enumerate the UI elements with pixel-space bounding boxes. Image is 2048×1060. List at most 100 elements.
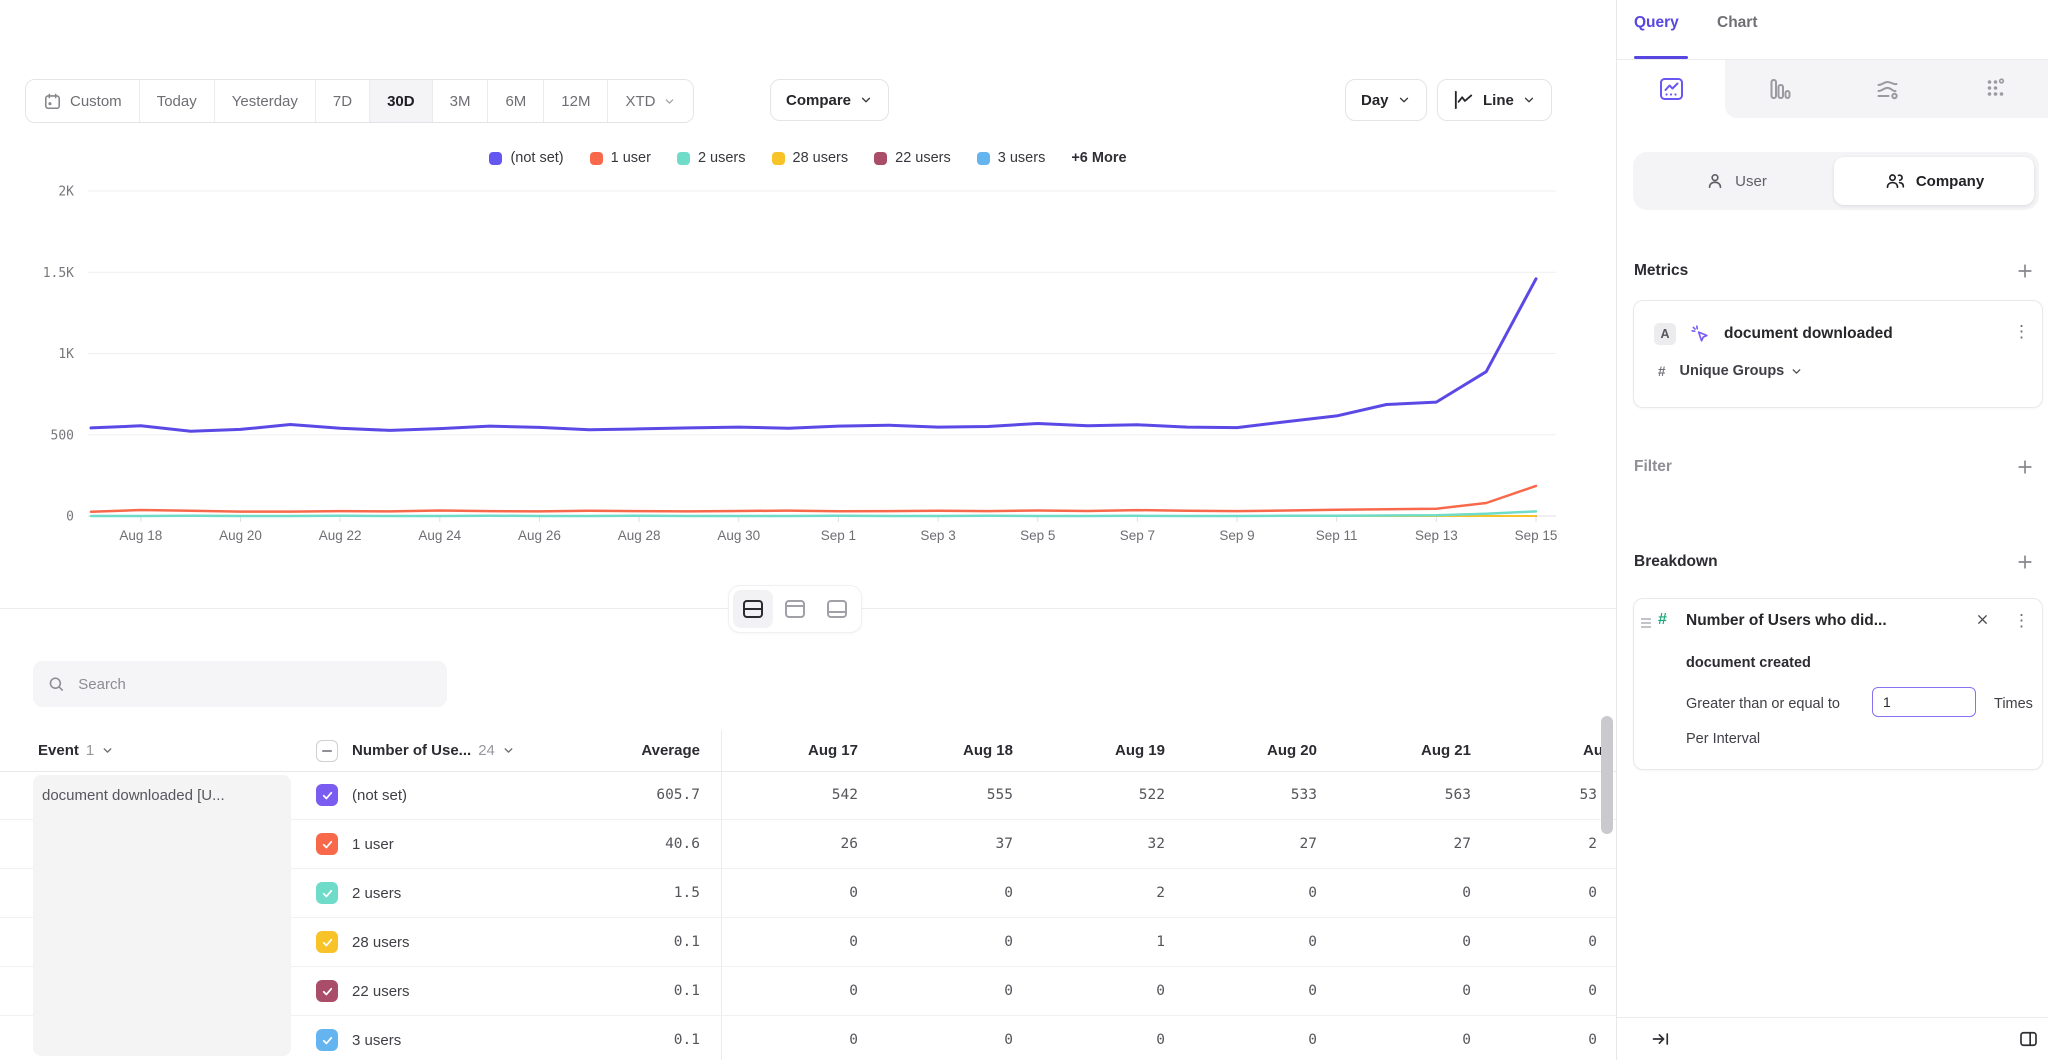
date-column-header[interactable]: Aug 18 bbox=[873, 730, 1013, 771]
legend-item[interactable]: (not set) bbox=[489, 150, 563, 166]
event-column-title: Event bbox=[38, 742, 79, 759]
data-value: 0 bbox=[1177, 869, 1317, 917]
data-value: 0 bbox=[718, 918, 858, 966]
chart-legend: (not set) 1 user 2 users 28 users 22 users 3 … bbox=[0, 150, 1616, 166]
range-label: 7D bbox=[333, 93, 352, 110]
people-icon bbox=[1884, 171, 1906, 191]
legend-item[interactable]: 22 users bbox=[874, 150, 951, 166]
average-column-header[interactable]: Average bbox=[560, 730, 700, 771]
breakdown-condition-label: Greater than or equal to bbox=[1686, 696, 1840, 712]
legend-label: 2 users bbox=[698, 150, 746, 166]
data-value: 0 bbox=[873, 918, 1013, 966]
chevron-down-icon[interactable] bbox=[502, 744, 515, 757]
add-filter-button[interactable] bbox=[2015, 457, 2035, 477]
series-label: 28 users bbox=[352, 918, 410, 966]
company-toggle-option[interactable]: Company bbox=[1834, 157, 2034, 205]
breakdown-menu-button[interactable]: ⋮ bbox=[2013, 610, 2030, 632]
legend-item[interactable]: 3 users bbox=[977, 150, 1046, 166]
chart-type-flow-tab[interactable] bbox=[1833, 60, 1941, 118]
legend-item[interactable]: 28 users bbox=[772, 150, 849, 166]
interval-button[interactable]: Day bbox=[1345, 79, 1427, 121]
layout-toggle-group bbox=[728, 585, 862, 633]
data-value: 0 bbox=[1457, 918, 1597, 966]
range-button-custom[interactable]: Custom bbox=[26, 80, 140, 122]
x-axis-tick-label: Sep 9 bbox=[1219, 528, 1254, 543]
legend-item[interactable]: 1 user bbox=[590, 150, 651, 166]
range-button-30d[interactable]: 30D bbox=[370, 80, 433, 122]
collapse-sidebar-icon[interactable] bbox=[1651, 1029, 1671, 1049]
add-breakdown-button[interactable] bbox=[2015, 552, 2035, 572]
compare-button[interactable]: Compare bbox=[770, 79, 889, 121]
metric-event-name[interactable]: document downloaded bbox=[1724, 325, 1893, 343]
tab-query[interactable]: Query bbox=[1634, 14, 1679, 32]
table-scrollbar[interactable] bbox=[1601, 716, 1613, 834]
x-axis-tick-label: Aug 24 bbox=[418, 528, 461, 543]
average-value: 1.5 bbox=[560, 869, 700, 917]
add-metric-button[interactable] bbox=[2015, 261, 2035, 281]
range-button-3m[interactable]: 3M bbox=[433, 80, 489, 122]
series-checkbox[interactable] bbox=[316, 980, 338, 1002]
event-column-count: 1 bbox=[86, 742, 94, 759]
chart-type-bar-tab[interactable] bbox=[1725, 60, 1833, 118]
chart-only-view-button[interactable] bbox=[775, 590, 815, 628]
top-panel-icon bbox=[783, 598, 807, 620]
company-toggle-label: Company bbox=[1916, 173, 1984, 190]
range-button-6m[interactable]: 6M bbox=[488, 80, 544, 122]
chart-type-scatter-tab[interactable] bbox=[1941, 60, 2048, 118]
date-column-header[interactable]: Aug 17 bbox=[718, 730, 858, 771]
date-column-title: Aug 21 bbox=[1421, 742, 1471, 759]
range-button-7d[interactable]: 7D bbox=[316, 80, 370, 122]
data-value: 0 bbox=[873, 869, 1013, 917]
remove-breakdown-button[interactable] bbox=[1975, 612, 1990, 627]
breakdown-property-name[interactable]: Number of Users who did... bbox=[1686, 612, 1887, 630]
legend-label: 3 users bbox=[998, 150, 1046, 166]
search-input[interactable] bbox=[76, 675, 433, 694]
date-column-header[interactable]: Aug 19 bbox=[1025, 730, 1165, 771]
event-cell[interactable]: document downloaded [U... bbox=[33, 775, 291, 1056]
compare-label: Compare bbox=[786, 92, 851, 109]
user-toggle-option[interactable]: User bbox=[1638, 157, 1834, 205]
legend-more[interactable]: +6 More bbox=[1071, 150, 1126, 166]
metric-menu-button[interactable]: ⋮ bbox=[2013, 321, 2030, 343]
average-value: 40.6 bbox=[560, 820, 700, 868]
drag-handle-icon[interactable] bbox=[1640, 616, 1652, 635]
series-checkbox[interactable] bbox=[316, 784, 338, 806]
toggle-panel-icon[interactable] bbox=[2018, 1029, 2039, 1049]
series-checkbox[interactable] bbox=[316, 833, 338, 855]
tab-chart[interactable]: Chart bbox=[1717, 14, 1757, 32]
range-button-12m[interactable]: 12M bbox=[544, 80, 608, 122]
table-only-view-button[interactable] bbox=[817, 590, 857, 628]
series-checkbox[interactable] bbox=[316, 882, 338, 904]
x-axis-tick-label: Aug 26 bbox=[518, 528, 561, 543]
series-checkbox[interactable] bbox=[316, 1029, 338, 1051]
date-column-header[interactable]: Aug 20 bbox=[1177, 730, 1317, 771]
metrics-header-row: Metrics bbox=[1634, 256, 2035, 286]
breakdown-card: # Number of Users who did... ⋮ document … bbox=[1633, 598, 2043, 770]
series-line-1-user bbox=[91, 486, 1536, 512]
y-axis-tick-label: 1K bbox=[58, 347, 74, 362]
metric-card: A document downloaded ⋮ # Unique Groups bbox=[1633, 300, 2043, 408]
threshold-input[interactable] bbox=[1872, 687, 1976, 717]
x-axis-tick-label: Aug 30 bbox=[717, 528, 760, 543]
legend-item[interactable]: 2 users bbox=[677, 150, 746, 166]
select-all-checkbox[interactable] bbox=[316, 740, 338, 762]
data-value: 0 bbox=[1331, 1016, 1471, 1060]
range-button-yesterday[interactable]: Yesterday bbox=[215, 80, 316, 122]
range-button-xtd[interactable]: XTD bbox=[608, 80, 693, 122]
legend-swatch bbox=[874, 152, 887, 165]
range-button-today[interactable]: Today bbox=[140, 80, 215, 122]
date-column-header[interactable]: Aug 21 bbox=[1331, 730, 1471, 771]
split-view-button[interactable] bbox=[733, 590, 773, 628]
series-checkbox[interactable] bbox=[316, 931, 338, 953]
data-value: 0 bbox=[1177, 918, 1317, 966]
range-label: Custom bbox=[70, 93, 122, 110]
breakdown-unit-label: Times bbox=[1994, 696, 2033, 712]
event-column-header[interactable]: Event 1 bbox=[38, 730, 114, 771]
measure-dropdown[interactable]: Unique Groups bbox=[1680, 363, 1804, 379]
chart-type-line-tab[interactable] bbox=[1617, 60, 1725, 118]
legend-label: (not set) bbox=[510, 150, 563, 166]
data-value: 37 bbox=[873, 820, 1013, 868]
data-value: 555 bbox=[873, 771, 1013, 819]
breakdown-event-name[interactable]: document created bbox=[1686, 655, 1811, 671]
chart-type-button[interactable]: Line bbox=[1437, 79, 1552, 121]
